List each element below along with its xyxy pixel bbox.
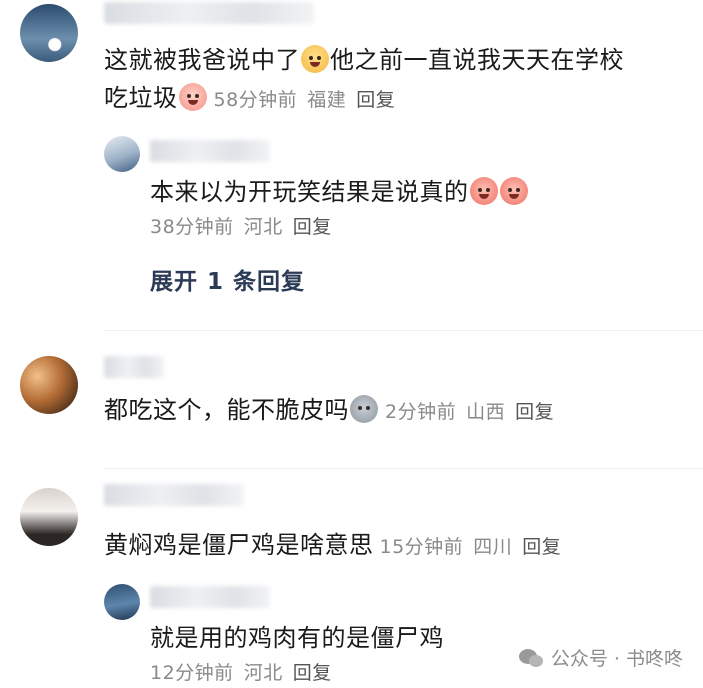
smile-emoji-icon xyxy=(301,45,329,73)
comment-text: 都吃这个，能不脆皮吗 2分钟前 山西 回复 xyxy=(104,392,564,430)
avatar[interactable] xyxy=(20,356,78,414)
reply-button[interactable]: 回复 xyxy=(293,662,332,684)
timestamp: 38分钟前 xyxy=(150,216,234,238)
reply-button[interactable]: 回复 xyxy=(356,89,395,111)
crying-emoji-icon xyxy=(178,83,207,111)
reply-avatar[interactable] xyxy=(104,584,140,620)
ghost-emoji-icon xyxy=(350,395,378,423)
divider xyxy=(104,330,703,331)
avatar[interactable] xyxy=(20,4,78,62)
reply-username-blurred[interactable] xyxy=(150,140,270,162)
username-blurred[interactable] xyxy=(104,2,314,24)
location: 福建 xyxy=(307,89,347,111)
watermark: 公众号 · 书咚咚 xyxy=(518,644,683,671)
reply-button[interactable]: 回复 xyxy=(522,536,561,558)
crying-emoji-icon xyxy=(469,177,498,205)
timestamp: 2分钟前 xyxy=(385,401,457,423)
comment-text: 黄焖鸡是僵尸鸡是啥意思 15分钟前 四川 回复 xyxy=(104,527,571,565)
comment-meta: 2分钟前 山西 回复 xyxy=(385,401,564,423)
wechat-icon xyxy=(518,647,545,669)
reply-meta: 38分钟前 河北 回复 xyxy=(150,212,342,242)
reply-text: 本来以为开玩笑结果是说真的 xyxy=(150,174,529,210)
location: 河北 xyxy=(243,662,283,684)
expand-replies-button[interactable]: 展开 1 条回复 xyxy=(150,262,305,296)
location: 河北 xyxy=(243,216,283,238)
reply-text: 就是用的鸡肉有的是僵尸鸡 xyxy=(150,624,444,652)
reply-avatar[interactable] xyxy=(104,136,140,172)
comment-meta: 58分钟前 福建 回复 xyxy=(214,89,406,111)
timestamp: 15分钟前 xyxy=(379,536,464,558)
username-blurred[interactable] xyxy=(104,484,244,506)
comment-text-line2: 吃垃圾 58分钟前 福建 回复 xyxy=(104,80,405,118)
comment-text: 这就被我爸说中了 他之前一直说我天天在学校 xyxy=(104,45,624,74)
reply-meta: 12分钟前 河北 回复 xyxy=(150,658,342,688)
timestamp: 12分钟前 xyxy=(150,662,234,684)
watermark-label: 公众号 · 书咚咚 xyxy=(550,648,683,670)
username-blurred[interactable] xyxy=(104,356,164,378)
reply-username-blurred[interactable] xyxy=(150,586,270,608)
reply-button[interactable]: 回复 xyxy=(293,216,332,238)
crying-emoji-icon xyxy=(499,177,528,205)
comment-meta: 15分钟前 四川 回复 xyxy=(380,536,572,558)
location: 山西 xyxy=(466,401,506,423)
avatar[interactable] xyxy=(20,488,78,546)
divider xyxy=(104,468,703,469)
timestamp: 58分钟前 xyxy=(213,89,298,111)
location: 四川 xyxy=(473,536,513,558)
reply-button[interactable]: 回复 xyxy=(515,401,554,423)
